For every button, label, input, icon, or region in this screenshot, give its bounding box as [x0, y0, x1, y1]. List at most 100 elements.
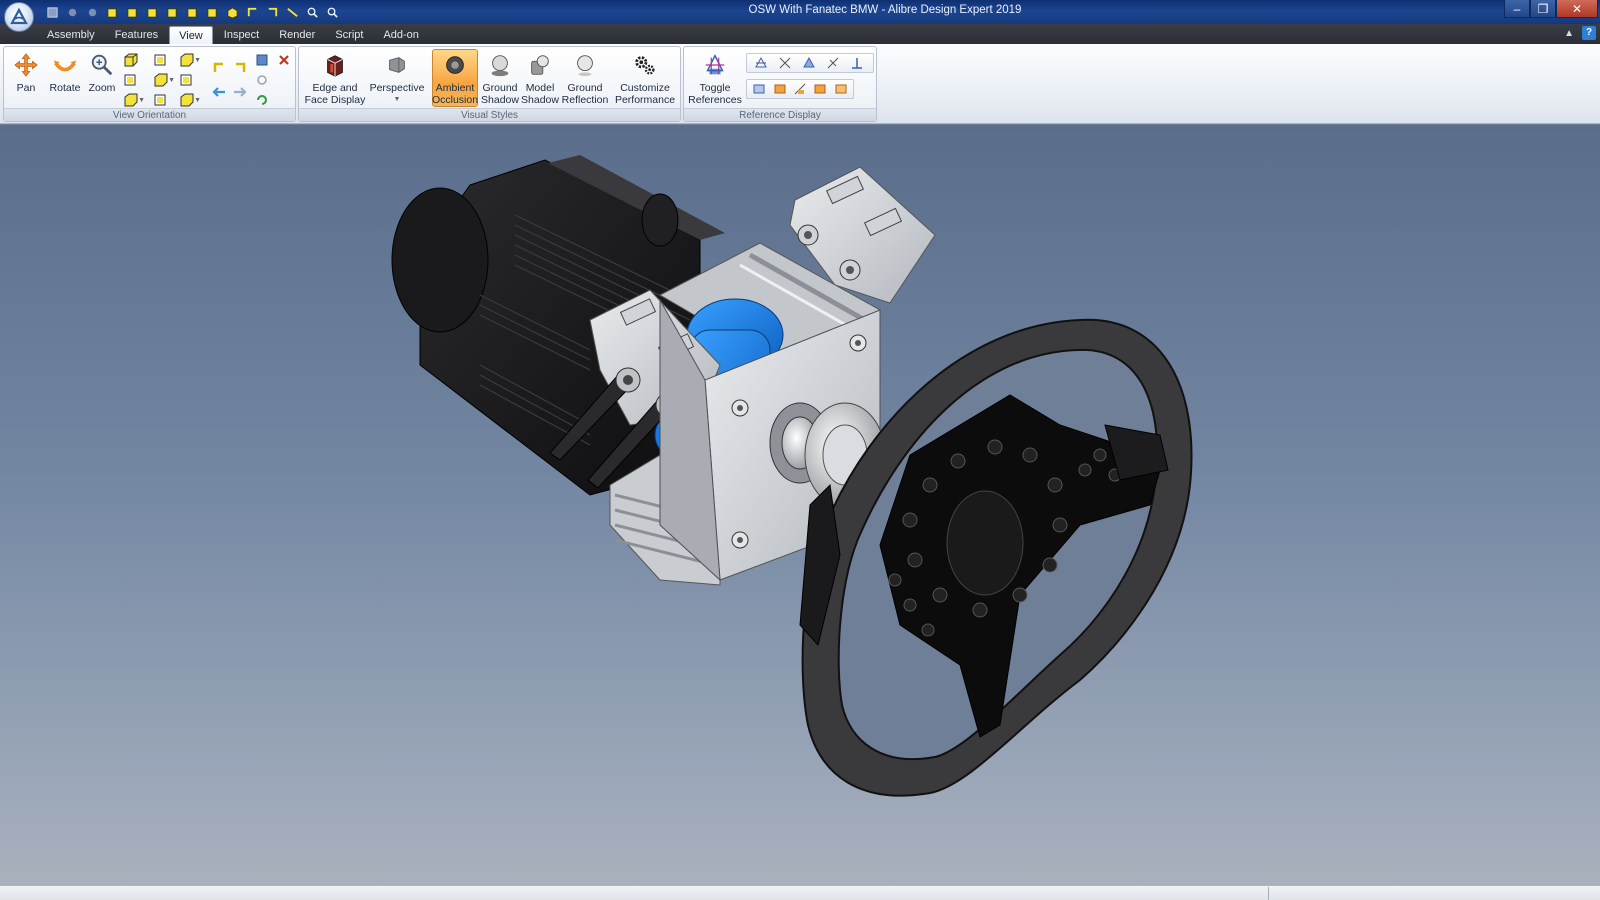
- model-shadow-label-1: Model: [525, 82, 555, 94]
- rotate-button[interactable]: Rotate: [46, 49, 84, 94]
- show-csys-icon[interactable]: [847, 54, 867, 72]
- ribbon: Pan Rotate Zoom ▼ ▼ ▼ ▼ View Orientation…: [0, 44, 1600, 124]
- toggle-references-label-1: Toggle: [699, 82, 731, 94]
- edge-face-display-button[interactable]: Edge and Face Display: [303, 49, 367, 106]
- view-back-icon[interactable]: [121, 71, 141, 89]
- rotate-icon: [51, 51, 79, 79]
- view-normal-icon[interactable]: [151, 91, 171, 109]
- ref-csys-hide-icon[interactable]: [833, 80, 849, 98]
- next-view-icon[interactable]: [230, 83, 250, 101]
- view-top-icon[interactable]: ▼: [177, 51, 201, 69]
- save-view-icon[interactable]: [252, 51, 272, 69]
- ribbon-tabs: Assembly Features View Inspect Render Sc…: [38, 26, 430, 44]
- toggle-references-label-2: References: [688, 94, 742, 106]
- zoom-magnifier-icon: [88, 51, 116, 79]
- restore-button[interactable]: ❐: [1530, 0, 1556, 18]
- ground-reflection-label-1: Ground: [567, 82, 603, 94]
- minimize-button[interactable]: –: [1504, 0, 1530, 18]
- ref-planes-hide-icon[interactable]: [751, 80, 767, 98]
- reference-display-label: Reference Display: [684, 108, 876, 121]
- tab-features[interactable]: Features: [106, 26, 167, 44]
- help-icon[interactable]: ?: [1582, 26, 1596, 40]
- pan-icon: [12, 51, 40, 79]
- customize-performance-label-1: Customize: [620, 82, 670, 94]
- edge-face-label-2: Face Display: [304, 94, 366, 106]
- toggle-references-button[interactable]: Toggle References: [686, 49, 744, 106]
- view-left-icon[interactable]: ▼: [151, 71, 175, 89]
- ground-reflection-label-2: Reflection: [561, 94, 609, 106]
- perspective-button[interactable]: Perspective ▼: [369, 49, 425, 106]
- visual-styles-group: Edge and Face Display Perspective ▼ Ambi…: [298, 46, 681, 122]
- ambient-occlusion-label-1: Ambient: [435, 82, 475, 94]
- ground-reflection-icon: [571, 51, 599, 79]
- view-right-icon[interactable]: [177, 71, 197, 89]
- rotate-label: Rotate: [49, 82, 81, 94]
- ground-shadow-icon: [486, 51, 514, 79]
- reference-display-group: Toggle References Reference Display: [683, 46, 877, 122]
- view-orientation-label: View Orientation: [4, 108, 295, 121]
- tab-assembly[interactable]: Assembly: [38, 26, 104, 44]
- zoom-label: Zoom: [88, 82, 116, 94]
- ground-reflection-button[interactable]: Ground Reflection: [560, 49, 610, 106]
- customize-performance-label-2: Performance: [614, 94, 676, 106]
- rotate-view-right-icon[interactable]: [230, 59, 250, 77]
- zoom-button[interactable]: Zoom: [84, 49, 120, 94]
- ref-points-hide-icon[interactable]: [792, 80, 808, 98]
- show-planes-icon[interactable]: [751, 54, 771, 72]
- view-orientation-group: Pan Rotate Zoom ▼ ▼ ▼ ▼ View Orientation: [3, 46, 296, 122]
- title-bar: OSW With Fanatec BMW - Alibre Design Exp…: [0, 0, 1600, 32]
- show-axes-icon[interactable]: [775, 54, 795, 72]
- ref-sketch-hide-icon[interactable]: [812, 80, 828, 98]
- view-front-icon[interactable]: [151, 51, 171, 69]
- status-bar-separator: [1268, 887, 1269, 900]
- reference-toggle-strip-bottom: [746, 79, 854, 99]
- window-title: OSW With Fanatec BMW - Alibre Design Exp…: [748, 4, 1022, 16]
- ground-shadow-label-2: Shadow: [481, 94, 519, 106]
- model-shadow-button[interactable]: Model Shadow: [520, 49, 560, 106]
- view-trimetric-icon[interactable]: ▼: [177, 91, 201, 109]
- toggle-references-icon: [701, 51, 729, 79]
- tab-render[interactable]: Render: [270, 26, 324, 44]
- view-iso-front-icon[interactable]: [121, 51, 141, 69]
- pan-button[interactable]: Pan: [8, 49, 44, 94]
- tabrow-right-controls: ▲ ?: [1564, 26, 1596, 40]
- status-bar: [0, 885, 1600, 900]
- visual-styles-label: Visual Styles: [299, 108, 680, 121]
- previous-view-icon[interactable]: [209, 83, 229, 101]
- collapse-ribbon-icon[interactable]: ▲: [1564, 28, 1574, 39]
- refresh-view-icon[interactable]: [252, 91, 272, 109]
- window-controls: – ❐ ✕: [1504, 0, 1598, 18]
- ref-axes-hide-icon[interactable]: [771, 80, 787, 98]
- ribbon-tab-row: Assembly Features View Inspect Render Sc…: [0, 24, 1600, 44]
- alibre-logo-icon: [10, 7, 28, 25]
- show-sketches-icon[interactable]: [823, 54, 843, 72]
- tab-inspect[interactable]: Inspect: [215, 26, 268, 44]
- view-settings-icon[interactable]: [252, 71, 272, 89]
- gears-icon: [631, 51, 659, 79]
- 3d-viewport[interactable]: [0, 125, 1600, 885]
- reference-toggle-strip-top: [746, 53, 874, 73]
- ground-shadow-button[interactable]: Ground Shadow: [480, 49, 520, 106]
- application-menu-button[interactable]: [4, 2, 34, 32]
- perspective-dropdown-caret-icon: ▼: [393, 96, 401, 103]
- tab-view[interactable]: View: [169, 26, 213, 44]
- model-shadow-label-2: Shadow: [521, 94, 559, 106]
- pan-label: Pan: [16, 82, 36, 94]
- customize-performance-button[interactable]: Customize Performance: [612, 49, 678, 106]
- view-bottom-icon[interactable]: ▼: [121, 91, 145, 109]
- edge-face-display-icon: [321, 51, 349, 79]
- model-shadow-icon: [526, 51, 554, 79]
- steering-wheel-assembly-model[interactable]: [0, 125, 1600, 885]
- edge-face-label-1: Edge and: [312, 82, 358, 94]
- tab-add-on[interactable]: Add-on: [374, 26, 427, 44]
- tab-script[interactable]: Script: [326, 26, 372, 44]
- ambient-occlusion-icon: [441, 52, 469, 79]
- rotate-view-left-icon[interactable]: [209, 59, 229, 77]
- ambient-occlusion-button[interactable]: Ambient Occlusion: [432, 49, 478, 107]
- delete-view-icon[interactable]: [274, 51, 294, 69]
- show-points-icon[interactable]: [799, 54, 819, 72]
- close-button[interactable]: ✕: [1556, 0, 1598, 18]
- perspective-icon: [383, 51, 411, 79]
- ground-shadow-label-1: Ground: [482, 82, 518, 94]
- ambient-occlusion-label-2: Occlusion: [431, 94, 479, 106]
